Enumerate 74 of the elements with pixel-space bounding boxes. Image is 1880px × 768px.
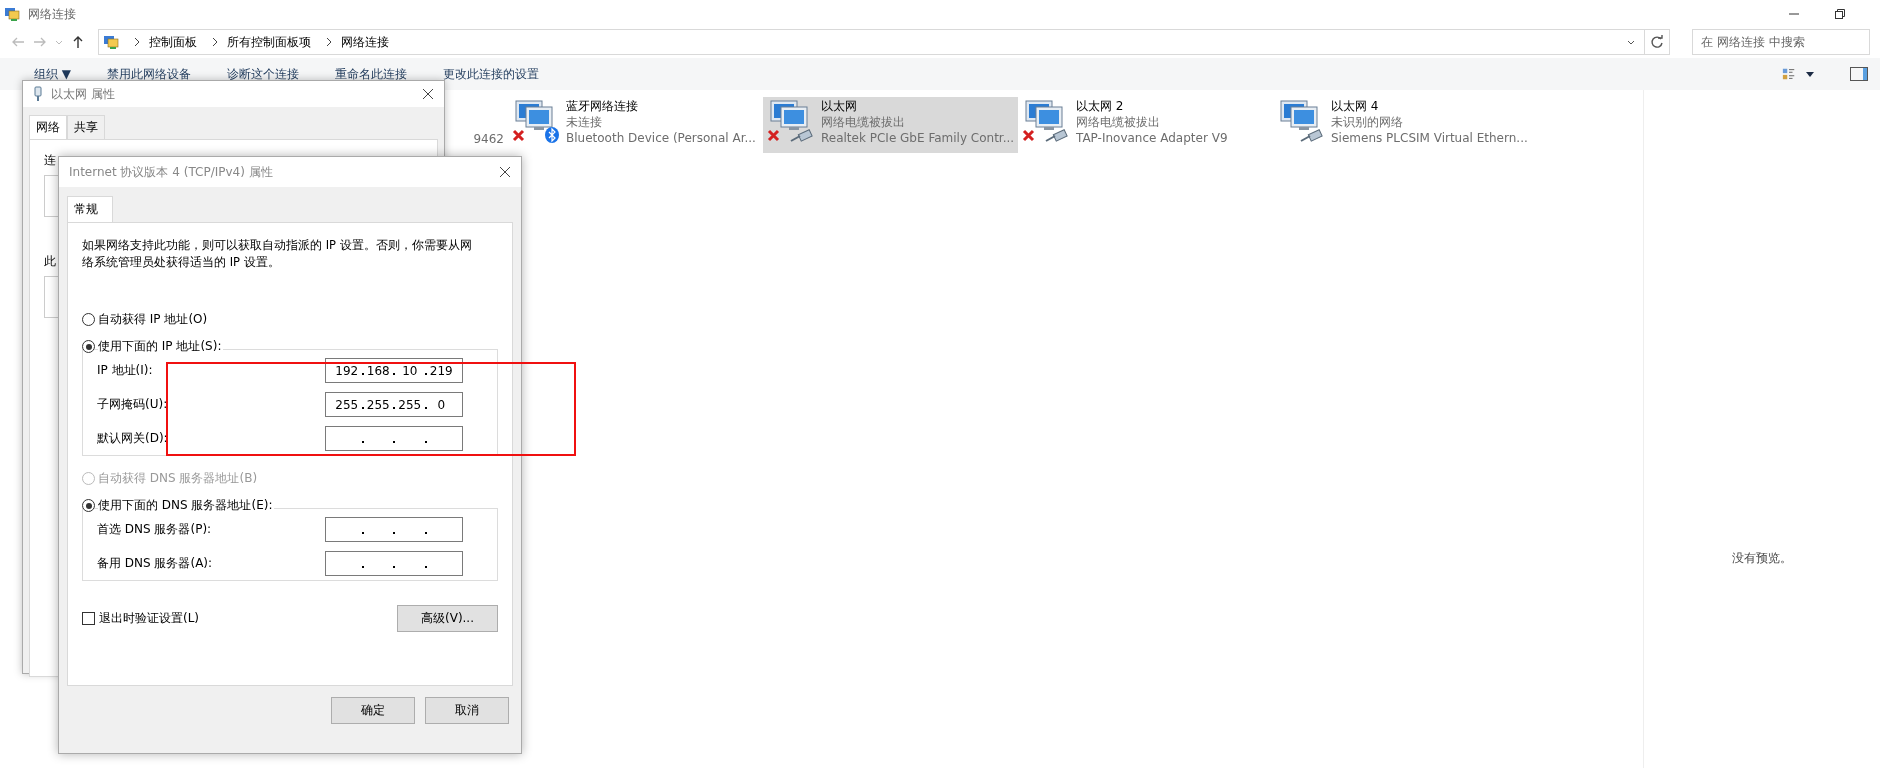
toolbar-button[interactable]: 诊断这个连接: [227, 65, 300, 83]
chevron-right-icon: [133, 37, 141, 47]
close-icon[interactable]: [499, 166, 511, 178]
caret-icon[interactable]: [1806, 71, 1814, 77]
field-label: 首选 DNS 服务器(P):: [97, 521, 213, 538]
network-cable-icon: [33, 86, 43, 102]
ip-address-field[interactable]: 255 255 255 0: [325, 392, 463, 417]
dialog-title: 以太网 属性: [51, 85, 115, 103]
ip-address-field[interactable]: [325, 426, 463, 451]
field-label: 默认网关(D):: [97, 430, 169, 447]
advanced-button[interactable]: 高级(V)...: [397, 605, 498, 632]
radio-label: 自动获得 IP 地址(O): [98, 311, 210, 328]
chevron-right-icon: [211, 37, 219, 47]
adapter-status: 未连接: [566, 115, 603, 130]
octet-value: 192: [335, 363, 359, 378]
adapter-status: 网络电缆被拔出: [1076, 115, 1161, 130]
adapter-device: Bluetooth Device (Personal Ar...: [566, 131, 757, 146]
breadcrumb[interactable]: 所有控制面板项: [227, 33, 311, 51]
field-label: 子网掩码(U):: [97, 396, 169, 413]
radio-button[interactable]: [82, 313, 95, 326]
chevron-right-icon: [325, 37, 333, 47]
cancel-button[interactable]: 取消: [425, 697, 509, 724]
adapter-name: 蓝牙网络连接: [566, 99, 639, 114]
section-label: 此: [44, 253, 56, 270]
octet-value: 219: [429, 363, 453, 378]
dialog-title: Internet 协议版本 4 (TCP/IPv4) 属性: [69, 163, 273, 181]
preview-message: 没有预览。: [1732, 550, 1792, 566]
adapter-device: TAP-Inovance Adapter V9: [1076, 131, 1229, 146]
preview-pane-icon[interactable]: [1850, 67, 1868, 81]
address-bar[interactable]: 控制面板 所有控制面板项 网络连接: [98, 29, 1670, 55]
close-icon[interactable]: [422, 88, 434, 100]
checkbox[interactable]: [82, 612, 95, 625]
octet-value: 255: [398, 397, 422, 412]
adapter-name: 以太网 2: [1076, 99, 1125, 114]
network-folder-icon: [4, 6, 20, 22]
toolbar-button[interactable]: 重命名此连接: [335, 65, 408, 83]
radio-label: 使用下面的 DNS 服务器地址(E):: [98, 497, 275, 514]
restore-icon[interactable]: [1834, 8, 1846, 20]
network-folder-icon: [103, 34, 119, 50]
radio-label: 使用下面的 IP 地址(S):: [98, 338, 224, 355]
octet-value: 255: [366, 397, 390, 412]
toolbar-button[interactable]: 更改此连接的设置: [443, 65, 540, 83]
ok-button[interactable]: 确定: [331, 697, 415, 724]
tab[interactable]: 网络: [29, 115, 67, 139]
ip-address-field[interactable]: 192 168 10 219: [325, 358, 463, 383]
checkbox-label: 退出时验证设置(L): [99, 610, 200, 627]
window-title: 网络连接: [28, 5, 76, 23]
ip-address-field[interactable]: [325, 551, 463, 576]
radio-button[interactable]: [82, 340, 95, 353]
octet-value: 255: [335, 397, 359, 412]
adapter-name: 以太网: [821, 99, 858, 114]
field-label: 备用 DNS 服务器(A):: [97, 555, 214, 572]
octet-value: 168: [366, 363, 390, 378]
adapter-name: 以太网 4: [1331, 99, 1380, 114]
adapter-device: 9462: [473, 132, 504, 147]
octet-value: 10: [402, 363, 418, 378]
adapter-item[interactable]: 以太网 网络电缆被拔出 Realtek PCIe GbE Family Contr...: [763, 97, 1018, 153]
tab[interactable]: 常规: [67, 196, 113, 222]
toolbar-button[interactable]: 组织 ▼: [34, 65, 72, 83]
field-label: IP 地址(I):: [97, 362, 154, 379]
adapter-status: 未识别的网络: [1331, 115, 1404, 130]
breadcrumb[interactable]: 网络连接: [341, 33, 389, 51]
adapter-device: Realtek PCIe GbE Family Contr...: [821, 131, 1014, 146]
adapter-status: 网络电缆被拔出: [821, 115, 906, 130]
search-field[interactable]: 在 网络连接 中搜索: [1692, 29, 1870, 55]
radio-label: 自动获得 DNS 服务器地址(B): [98, 470, 260, 487]
radio-button[interactable]: [82, 499, 95, 512]
octet-value: 0: [437, 397, 446, 412]
tab[interactable]: 共享: [67, 115, 105, 139]
toolbar-button[interactable]: 禁用此网络设备: [107, 65, 192, 83]
breadcrumb[interactable]: 控制面板: [149, 33, 197, 51]
description-text: 如果网络支持此功能，则可以获取自动指派的 IP 设置。否则，你需要从网络系统管理员处获得适当的 IP 设置。: [82, 237, 473, 271]
ip-address-field[interactable]: [325, 517, 463, 542]
section-label: 连: [44, 152, 56, 169]
